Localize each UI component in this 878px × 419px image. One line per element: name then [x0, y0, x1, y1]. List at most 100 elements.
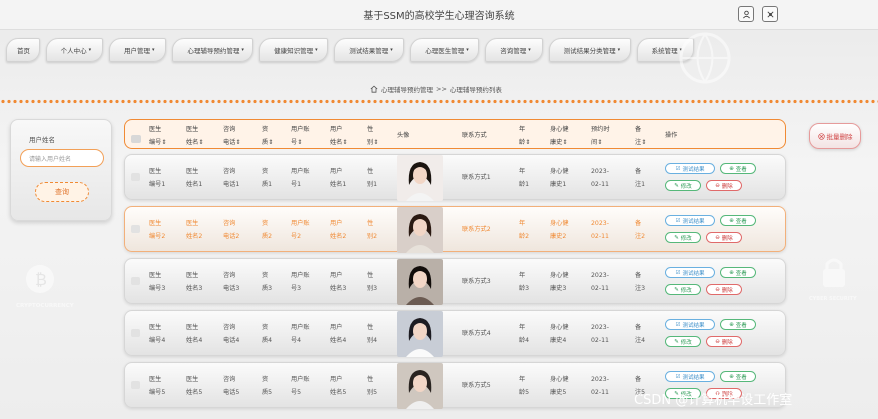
row-checkbox[interactable]: [131, 173, 140, 181]
table-row[interactable]: 医生 编号3 医生 姓名3 咨询 电话3 资质3 用户账 号3 用户 姓名3 性别3 联系方式3 年龄3 身…: [124, 258, 786, 305]
cell-line1: 医生: [186, 168, 199, 175]
row-checkbox[interactable]: [131, 277, 140, 285]
delete-button[interactable]: ⊖ 删除: [706, 232, 742, 243]
avatar[interactable]: [397, 311, 443, 357]
nav-item-4[interactable]: 心理辅导预约管理 ▾: [172, 38, 254, 62]
edit-button[interactable]: ✎ 修改: [665, 232, 701, 243]
cell-line1: 年: [519, 376, 526, 383]
cell-line2: 质2: [262, 233, 273, 240]
column-header-4[interactable]: 资质⇕: [262, 123, 273, 149]
column-header-line2: 姓名: [330, 139, 343, 146]
column-header-11[interactable]: 身心健 康史⇕: [550, 123, 569, 149]
breadcrumb: 心理辅导预约管理 >> 心理辅导预约列表: [370, 84, 502, 94]
column-header-1[interactable]: 医生 编号⇕: [149, 123, 167, 149]
table-cell: 性别2: [367, 217, 377, 243]
table-row[interactable]: 医生 编号1 医生 姓名1 咨询 电话1 资质1 用户账 号1 用户 姓名1 性别1 联系方式1 年龄1 身…: [124, 154, 786, 201]
column-header-line1: 身心健: [550, 126, 569, 133]
table-cell: 医生 编号2: [149, 217, 165, 243]
view-button[interactable]: ⊕ 查看: [720, 267, 756, 278]
view-button[interactable]: ⊕ 查看: [720, 163, 756, 174]
edit-icon: ✎: [674, 234, 679, 241]
view-button[interactable]: ⊕ 查看: [720, 215, 756, 226]
nav-item-1[interactable]: 首页: [6, 38, 40, 62]
nav-item-9[interactable]: 测试结果分类管理 ▾: [548, 38, 631, 62]
column-header-10[interactable]: 年龄⇕: [519, 123, 530, 149]
avatar[interactable]: [397, 259, 443, 305]
column-header-line2-wrap: 姓名⇕: [330, 136, 348, 149]
delete-button[interactable]: ⊖ 删除: [706, 336, 742, 347]
caret-down-icon: ▾: [466, 47, 469, 53]
test-result-button[interactable]: ☑ 测试结果: [665, 163, 715, 174]
cell-line2: 姓名4: [330, 337, 347, 344]
search-button[interactable]: 查询: [35, 182, 89, 202]
edit-button[interactable]: ✎ 修改: [665, 284, 701, 295]
test-result-button[interactable]: ☑ 测试结果: [665, 267, 715, 278]
nav-item-5[interactable]: 健康知识管理 ▾: [259, 38, 329, 62]
table-row[interactable]: 医生 编号4 医生 姓名4 咨询 电话4 资质4 用户账 号4 用户 姓名4 性别4 联系方式4 年龄4 身…: [124, 310, 786, 357]
cell-line1: 咨询: [223, 376, 236, 383]
test-result-button[interactable]: ☑ 测试结果: [665, 319, 715, 330]
column-header-14[interactable]: 操作: [665, 129, 677, 142]
exit-icon[interactable]: [762, 6, 778, 22]
home-icon[interactable]: [370, 85, 378, 93]
nav-item-label: 心理辅导预约管理: [187, 47, 240, 55]
sort-icon: ⇕: [198, 139, 204, 146]
column-header-7[interactable]: 性别⇕: [367, 123, 378, 149]
nav-item-6[interactable]: 测试结果管理 ▾: [334, 38, 405, 62]
row-checkbox[interactable]: [131, 381, 140, 389]
breadcrumb-section[interactable]: 心理辅导预约管理: [381, 84, 433, 94]
test-result-button[interactable]: ☑ 测试结果: [665, 215, 715, 226]
bulk-delete-button[interactable]: 批量删除: [809, 123, 861, 149]
nav-item-7[interactable]: 心理医生管理 ▾: [410, 38, 480, 62]
view-button[interactable]: ⊕ 查看: [720, 319, 756, 330]
edit-button[interactable]: ✎ 修改: [665, 336, 701, 347]
delete-button[interactable]: ⊖ 删除: [706, 284, 742, 295]
test-result-button[interactable]: ☑ 测试结果: [665, 371, 715, 382]
column-header-12[interactable]: 预约时 间⇕: [591, 123, 610, 149]
cell-line2: 号3: [291, 285, 302, 292]
column-header-6[interactable]: 用户 姓名⇕: [330, 123, 348, 149]
delete-button[interactable]: ⊖ 删除: [706, 180, 742, 191]
avatar[interactable]: [397, 207, 443, 253]
nav-item-label: 健康知识管理: [274, 47, 314, 55]
column-header-2[interactable]: 医生 姓名⇕: [186, 123, 204, 149]
sort-icon: ⇕: [342, 139, 348, 146]
edit-button[interactable]: ✎ 修改: [665, 180, 701, 191]
cell-line1: 性: [367, 324, 374, 331]
column-header-3[interactable]: 咨询 电话⇕: [223, 123, 241, 149]
cell-line1: 2023-: [591, 220, 609, 227]
cell-line2: 号4: [291, 337, 302, 344]
delete-icon: ⊖: [715, 182, 720, 189]
table-cell: 性别4: [367, 321, 377, 347]
column-header-9[interactable]: 联系方式: [462, 129, 487, 142]
column-header-line1: 头像: [397, 132, 410, 139]
avatar[interactable]: [397, 155, 443, 201]
user-icon[interactable]: [738, 6, 754, 22]
column-header-13[interactable]: 备注⇕: [635, 123, 646, 149]
nav-item-2[interactable]: 个人中心 ▾: [45, 38, 104, 62]
table-row[interactable]: 医生 编号2 医生 姓名2 咨询 电话2 资质2 用户账 号2 用户 姓名2 性别2 联系方式2 年龄2 身…: [124, 206, 786, 253]
table-cell: 用户 姓名3: [330, 269, 346, 295]
search-input[interactable]: 请输入用户姓名: [20, 149, 104, 167]
row-checkbox[interactable]: [131, 329, 140, 337]
cell-line1: 联系方式5: [462, 382, 491, 389]
nav-item-8[interactable]: 咨询管理 ▾: [485, 38, 543, 62]
cell-line2: 02-11: [591, 337, 609, 344]
delete-icon: ⊖: [715, 234, 720, 241]
column-header-8[interactable]: 头像: [397, 129, 409, 142]
test-result-button-label: 测试结果: [682, 374, 705, 381]
cell-line1: 2023-: [591, 376, 609, 383]
cell-line2: 号1: [291, 181, 302, 188]
column-header-line2-wrap: 姓名⇕: [186, 136, 204, 149]
row-checkbox[interactable]: [131, 225, 140, 233]
edit-button-label: 修改: [680, 235, 692, 242]
nav-item-3[interactable]: 用户管理 ▾: [109, 38, 167, 62]
view-button-label: 查看: [735, 270, 747, 277]
sort-icon: ⇕: [641, 139, 647, 146]
column-header-5[interactable]: 用户账 号⇕: [291, 123, 310, 149]
cell-line1: 用户: [330, 168, 343, 175]
avatar[interactable]: [397, 363, 443, 409]
cell-line1: 备: [635, 220, 642, 227]
select-all-checkbox[interactable]: [131, 135, 141, 143]
view-button[interactable]: ⊕ 查看: [720, 371, 756, 382]
